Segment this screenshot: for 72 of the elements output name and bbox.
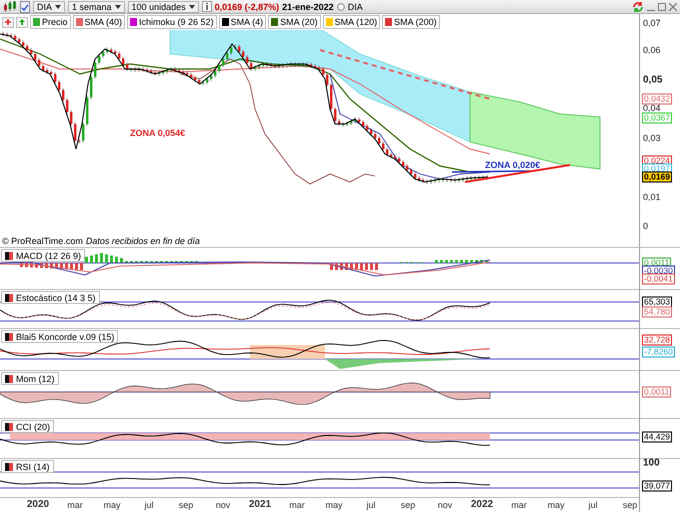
legend-label: SMA (200) (394, 17, 437, 27)
quote-date: 21-ene-2022 (282, 2, 334, 12)
time-axis-label: may (104, 500, 120, 510)
time-axis-label: mar (289, 500, 305, 510)
axis-label: 0,07 (643, 18, 661, 28)
value-tag: 54,780 (642, 306, 672, 318)
legend-item[interactable]: SMA (20) (268, 15, 321, 29)
value-tag: 44,429 (642, 432, 672, 442)
legend-item[interactable]: SMA (4) (218, 15, 266, 29)
legend-item[interactable]: SMA (40) (72, 15, 126, 29)
time-axis-label: mar (67, 500, 83, 510)
attribution-text: © ProRealTime.com (2, 236, 83, 246)
time-axis-label: nov (216, 500, 230, 510)
legend-label: SMA (120) (334, 17, 378, 27)
legend-item[interactable]: Ichimoku (9 26 52) (127, 15, 217, 29)
zone-annotation: ZONA 0,020€ (485, 160, 540, 170)
zone-annotation: ZONA 0,054€ (130, 128, 186, 138)
time-axis-label: sep (178, 500, 194, 510)
axis-label: 0,06 (643, 45, 661, 55)
legend-label: SMA (4) (230, 17, 264, 27)
time-axis-label: jul (588, 500, 598, 510)
indicator-title[interactable]: Estocástico (14 3 5) (1, 291, 100, 304)
time-axis-label: may (548, 500, 564, 510)
time-axis-label: 2022 (470, 499, 494, 510)
axis-label: 100 (643, 458, 660, 468)
value-tag: 0,0367 (642, 112, 672, 124)
instrument-name: DIA (348, 2, 363, 12)
indicator-title[interactable]: MACD (12 26 9) (1, 249, 86, 262)
legend-label: Precio (42, 17, 68, 27)
indicator-title[interactable]: CCI (20) (1, 420, 54, 433)
legend-item[interactable]: Precio (30, 15, 71, 29)
value-tag: 65,303 (642, 296, 672, 308)
value-tag: 0,0432 (642, 94, 672, 104)
price-change: 0,0169 (-2,87%) (214, 2, 280, 12)
legend-label: Ichimoku (9 26 52) (139, 17, 214, 27)
time-axis-label: 2021 (248, 499, 272, 510)
time-axis-label: jul (366, 500, 376, 510)
legend-label: SMA (40) (84, 17, 122, 27)
axis-label: 0,03 (643, 133, 661, 143)
value-tag: -7,8260 (642, 346, 675, 358)
axis-label: 0,05 (643, 74, 662, 86)
time-axis-label: mar (511, 500, 527, 510)
indicator-label: Estocástico (14 3 5) (16, 292, 96, 302)
indicator-title[interactable]: Mom (12) (1, 372, 59, 385)
units-dropdown[interactable]: 100 unidades (128, 0, 199, 12)
axis-label: 0,01 (643, 192, 661, 202)
axis-label: 0,04 (643, 103, 661, 113)
axis-label: 0 (643, 221, 648, 231)
indicator-title[interactable]: Blai5 Koncorde v.09 (15) (1, 330, 118, 343)
indicator-label: Blai5 Koncorde v.09 (15) (16, 332, 114, 342)
time-axis-label: jul (144, 500, 154, 510)
legend-item[interactable]: SMA (200) (382, 15, 440, 29)
indicator-title[interactable]: RSI (14) (1, 460, 54, 473)
symbol-dropdown[interactable]: DIA (33, 0, 66, 12)
value-tag: 32,728 (642, 334, 672, 346)
data-note: Datos recibidos en fin de día (86, 236, 200, 246)
value-tag: 0,0011 (642, 386, 672, 398)
time-axis-label: sep (622, 500, 638, 510)
time-axis-label: sep (400, 500, 416, 510)
indicator-label: Mom (12) (16, 374, 55, 384)
time-axis-label: nov (438, 500, 452, 510)
indicator-label: RSI (14) (16, 462, 50, 472)
time-axis-label: may (326, 500, 342, 510)
indicator-label: MACD (12 26 9) (16, 250, 82, 260)
time-axis-label: 2020 (26, 499, 50, 510)
legend-label: SMA (20) (280, 17, 318, 27)
legend-item[interactable]: SMA (120) (322, 15, 380, 29)
period-dropdown[interactable]: 1 semana (68, 0, 125, 12)
value-tag: 39,077 (642, 480, 672, 492)
value-tag: -0,0041 (642, 274, 675, 284)
indicator-label: CCI (20) (16, 422, 50, 432)
value-tag: 0,0169 (642, 172, 672, 182)
